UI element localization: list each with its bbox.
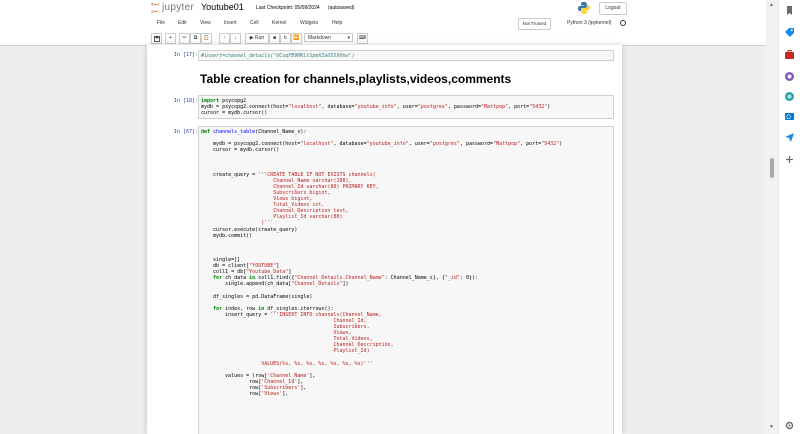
restart-button[interactable]: ↻ (280, 33, 291, 44)
kernel-idle-indicator-icon (620, 20, 626, 26)
restart-icon: ↻ (283, 35, 288, 41)
keyboard-icon: ⌨ (358, 35, 367, 41)
code-cell-input[interactable]: import psycopg2 mydb = psycopg2.connect(… (198, 95, 614, 119)
code-cell-input[interactable]: def channels_table(Channel_Name_s): mydb… (198, 126, 614, 434)
code-text: import psycopg2 mydb = psycopg2.connect(… (201, 98, 551, 117)
paste-button[interactable]: 📋 (201, 33, 212, 44)
cell-type-select[interactable]: Markdown ▾ (304, 33, 353, 42)
notebook-container: In [17]: #insert=channel_details("UCuqFB… (147, 45, 622, 434)
copy-icon: ⧉ (193, 35, 198, 41)
cell-type-value: Markdown (308, 35, 332, 41)
notebook-name[interactable]: Youtube01 (201, 2, 244, 12)
menu-edit[interactable]: Edit (178, 20, 187, 26)
page-scrollbar[interactable]: ▲ ▼ (766, 0, 778, 434)
code-text: #insert=channel_details("UCuqFB9MKLtSpmX… (201, 53, 355, 59)
python-logo-icon (578, 2, 590, 14)
scroll-down-arrow-icon[interactable]: ▼ (769, 424, 774, 430)
chrome-icon[interactable] (784, 71, 795, 82)
command-palette-button[interactable]: ⌨ (357, 33, 368, 44)
svg-text:O: O (786, 115, 791, 121)
move-down-icon: ↓ (234, 35, 237, 41)
menu-cell[interactable]: Cell (250, 20, 259, 26)
insert-cell-button[interactable]: + (165, 33, 176, 44)
menu-file[interactable]: File (157, 20, 165, 26)
copy-button[interactable]: ⧉ (190, 33, 201, 44)
stop-icon: ■ (272, 35, 277, 41)
cut-button[interactable]: ✂ (179, 33, 190, 44)
autosave-status: (autosaved) (328, 5, 355, 11)
paste-icon: 📋 (203, 35, 210, 41)
chevron-down-icon: ▾ (347, 35, 350, 41)
paper-plane-icon[interactable] (784, 132, 795, 143)
run-label: Run (255, 35, 265, 41)
menubar: File Edit View Insert Cell Kernel Widget… (0, 16, 766, 32)
menu-view[interactable]: View (200, 20, 211, 26)
settings-icon[interactable] (784, 420, 795, 431)
move-down-button[interactable]: ↓ (230, 33, 241, 44)
kernel-name[interactable]: Python 3 (ipykernel) (567, 20, 611, 26)
bookmark-icon[interactable] (784, 5, 795, 16)
plus-icon[interactable] (784, 154, 795, 165)
copilot-icon[interactable] (784, 91, 795, 102)
run-button[interactable]: ▶ Run (245, 33, 269, 44)
toolbar: + ✂ ⧉ 📋 ↑ ↓ ▶ Run ■ ↻ ⏩ ⌨ (0, 31, 766, 46)
save-icon (153, 35, 160, 42)
interrupt-button[interactable]: ■ (269, 33, 280, 44)
logout-button[interactable]: Logout (599, 2, 627, 15)
jupyter-logo-icon[interactable] (150, 2, 160, 14)
cell-prompt: In [67]: (173, 129, 198, 135)
browser-side-panel: O (778, 0, 800, 434)
run-icon: ▶ (249, 35, 254, 41)
restart-run-all-button[interactable]: ⏩ (291, 33, 302, 44)
markdown-heading: Table creation for channels,playlists,vi… (200, 72, 512, 86)
menu-help[interactable]: Help (332, 20, 342, 26)
restart-run-all-icon: ⏩ (293, 35, 300, 41)
outlook-icon[interactable]: O (784, 111, 795, 122)
menu-widgets[interactable]: Widgets (300, 20, 318, 26)
jupyter-logo-text[interactable]: jupyter (162, 2, 194, 13)
not-trusted-button[interactable]: Not Trusted (518, 18, 551, 30)
last-checkpoint: Last Checkpoint: 05/09/2024 (256, 5, 320, 11)
menu-kernel[interactable]: Kernel (272, 20, 286, 26)
code-text: def channels_table(Channel_Name_s): mydb… (201, 129, 563, 398)
scrollbar-thumb[interactable] (770, 158, 774, 178)
move-up-icon: ↑ (223, 35, 226, 41)
cell-prompt: In [18]: (173, 98, 198, 104)
tag-icon[interactable] (784, 27, 795, 38)
cut-icon: ✂ (182, 35, 187, 41)
briefcase-icon[interactable] (784, 49, 795, 60)
scroll-up-arrow-icon[interactable]: ▲ (769, 2, 774, 8)
code-cell-input[interactable]: #insert=channel_details("UCuqFB9MKLtSpmX… (198, 50, 614, 61)
menu-insert[interactable]: Insert (224, 20, 237, 26)
save-button[interactable] (151, 33, 162, 44)
add-cell-icon: + (169, 35, 172, 41)
cell-prompt: In [17]: (173, 52, 198, 58)
notebook-header: jupyter Youtube01 Last Checkpoint: 05/09… (0, 0, 766, 16)
move-up-button[interactable]: ↑ (219, 33, 230, 44)
